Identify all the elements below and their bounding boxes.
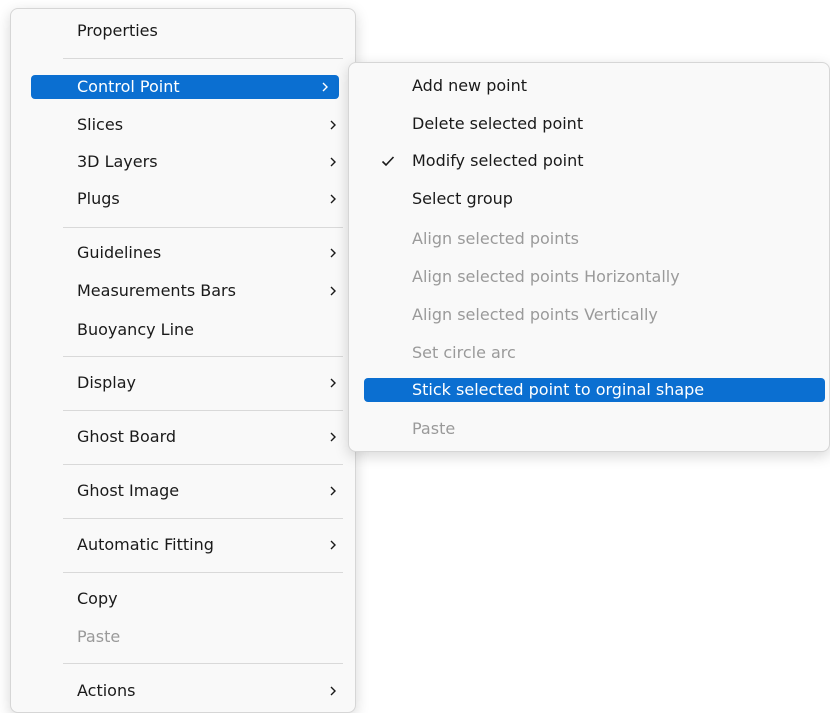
chevron-right-icon <box>327 377 339 389</box>
menu-item-label: Measurements Bars <box>77 281 236 300</box>
menu-item-label: Align selected points Horizontally <box>412 267 680 286</box>
menu-separator <box>63 356 343 357</box>
chevron-right-icon <box>327 156 339 168</box>
menu-item-automatic-fitting[interactable]: Automatic Fitting <box>21 533 347 557</box>
menu-item-label: Slices <box>77 115 124 134</box>
menu-item-actions[interactable]: Actions <box>21 679 347 703</box>
chevron-right-icon <box>327 119 339 131</box>
menu-item-label: Copy <box>77 589 118 608</box>
menu-item-label: Plugs <box>77 189 120 208</box>
submenu-item-align-horizontally[interactable]: Align selected points Horizontally <box>359 265 830 289</box>
menu-item-copy[interactable]: Copy <box>21 587 347 611</box>
chevron-right-icon <box>327 431 339 443</box>
menu-item-label: Modify selected point <box>412 151 584 170</box>
menu-item-label: Automatic Fitting <box>77 535 214 554</box>
menu-item-properties[interactable]: Properties <box>21 19 347 43</box>
menu-item-label: Ghost Board <box>77 427 177 446</box>
menu-item-display[interactable]: Display <box>21 371 347 395</box>
checkmark-icon <box>381 154 395 168</box>
menu-item-ghost-board[interactable]: Ghost Board <box>21 425 347 449</box>
menu-item-label: Buoyancy Line <box>77 320 195 339</box>
submenu-item-stick-to-original-shape[interactable]: Stick selected point to orginal shape <box>364 378 825 402</box>
context-menu: Properties Control Point Slices 3D Layer… <box>10 8 356 713</box>
submenu-item-add-new-point[interactable]: Add new point <box>359 74 830 98</box>
chevron-right-icon <box>327 193 339 205</box>
submenu-item-align-selected-points[interactable]: Align selected points <box>359 227 830 251</box>
menu-item-buoyancy-line[interactable]: Buoyancy Line <box>21 318 347 342</box>
chevron-right-icon <box>327 539 339 551</box>
menu-item-label: Properties <box>77 21 158 40</box>
submenu-item-paste[interactable]: Paste <box>359 417 830 441</box>
submenu-item-set-circle-arc[interactable]: Set circle arc <box>359 341 830 365</box>
menu-item-ghost-image[interactable]: Ghost Image <box>21 479 347 503</box>
menu-item-label: Guidelines <box>77 243 162 262</box>
menu-item-label: Align selected points Vertically <box>412 305 658 324</box>
submenu-item-modify-selected-point[interactable]: Modify selected point <box>359 149 830 173</box>
menu-item-plugs[interactable]: Plugs <box>21 187 347 211</box>
menu-item-label: Actions <box>77 681 136 700</box>
menu-item-3d-layers[interactable]: 3D Layers <box>21 150 347 174</box>
menu-separator <box>63 663 343 664</box>
chevron-right-icon <box>327 285 339 297</box>
menu-separator <box>63 227 343 228</box>
control-point-submenu: Add new point Delete selected point Modi… <box>348 62 830 452</box>
menu-separator <box>63 572 343 573</box>
menu-item-label: Delete selected point <box>412 114 584 133</box>
menu-item-label: Paste <box>412 419 456 438</box>
menu-item-slices[interactable]: Slices <box>21 113 347 137</box>
menu-separator <box>63 410 343 411</box>
menu-item-label: Set circle arc <box>412 343 516 362</box>
submenu-item-select-group[interactable]: Select group <box>359 187 830 211</box>
menu-item-measurements-bars[interactable]: Measurements Bars <box>21 279 347 303</box>
menu-item-label: Stick selected point to orginal shape <box>412 380 705 399</box>
menu-item-label: Align selected points <box>412 229 579 248</box>
menu-item-label: Add new point <box>412 76 528 95</box>
submenu-item-delete-selected-point[interactable]: Delete selected point <box>359 112 830 136</box>
menu-item-paste[interactable]: Paste <box>21 625 347 649</box>
chevron-right-icon <box>327 247 339 259</box>
menu-item-guidelines[interactable]: Guidelines <box>21 241 347 265</box>
menu-separator <box>63 518 343 519</box>
chevron-right-icon <box>327 685 339 697</box>
menu-item-label: Control Point <box>77 77 180 96</box>
submenu-item-align-vertically[interactable]: Align selected points Vertically <box>359 303 830 327</box>
menu-item-label: Ghost Image <box>77 481 180 500</box>
menu-item-label: Paste <box>77 627 121 646</box>
menu-separator <box>63 464 343 465</box>
menu-separator <box>63 58 343 59</box>
menu-item-label: Select group <box>412 189 513 208</box>
chevron-right-icon <box>327 485 339 497</box>
chevron-right-icon <box>319 81 331 93</box>
menu-item-label: 3D Layers <box>77 152 158 171</box>
menu-item-control-point[interactable]: Control Point <box>31 75 339 99</box>
menu-item-label: Display <box>77 373 136 392</box>
